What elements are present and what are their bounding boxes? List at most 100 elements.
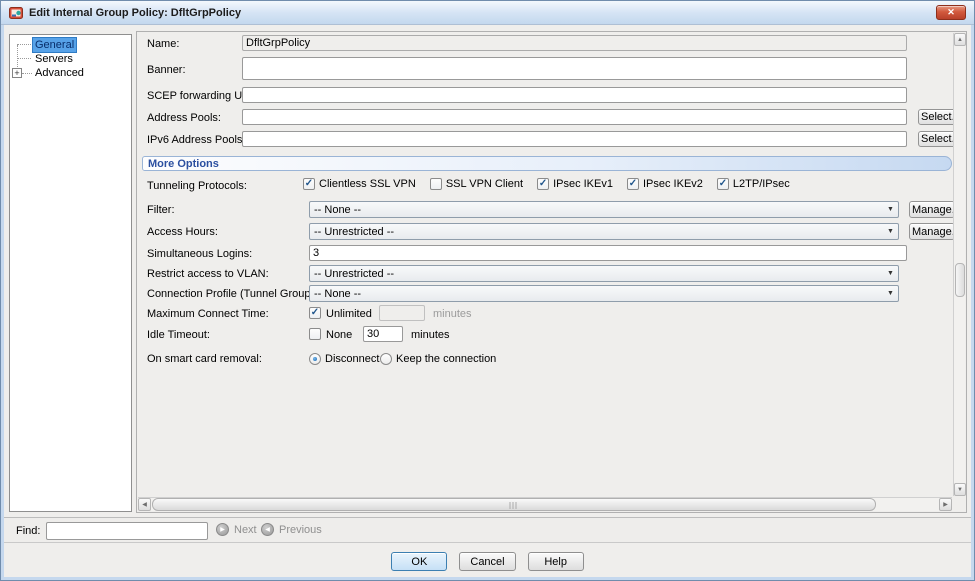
find-previous-label: Previous bbox=[279, 524, 322, 536]
find-next-label: Next bbox=[234, 524, 257, 536]
scroll-down-icon[interactable]: ▼ bbox=[954, 483, 966, 496]
idle-timeout-label: Idle Timeout: bbox=[147, 329, 210, 341]
tree-item-label[interactable]: Servers bbox=[33, 52, 75, 66]
ipv6-pools-select-button[interactable]: Select... bbox=[918, 131, 956, 147]
chevron-down-icon[interactable]: ▼ bbox=[883, 228, 898, 235]
restrict-vlan-label: Restrict access to VLAN: bbox=[147, 268, 269, 280]
more-options-title: More Options bbox=[148, 158, 219, 170]
protocol-l2tp-ipsec[interactable]: ✓ L2TP/IPsec bbox=[717, 178, 790, 190]
edit-group-policy-dialog: Edit Internal Group Policy: DfltGrpPolic… bbox=[0, 0, 975, 581]
check-icon: ✓ bbox=[719, 178, 727, 189]
banner-label: Banner: bbox=[147, 64, 186, 76]
find-input[interactable] bbox=[46, 522, 208, 540]
address-pools-select-button[interactable]: Select... bbox=[918, 109, 956, 125]
checkbox-label: Clientless SSL VPN bbox=[319, 178, 416, 190]
protocol-ipsec-ikev1[interactable]: ✓ IPsec IKEv1 bbox=[537, 178, 613, 190]
max-connect-minutes-unit: minutes bbox=[433, 308, 472, 320]
ipv6-pools-label: IPv6 Address Pools: bbox=[147, 134, 245, 146]
ipv6-pools-input[interactable] bbox=[242, 131, 907, 147]
banner-input[interactable] bbox=[242, 57, 907, 80]
max-connect-minutes-input bbox=[379, 305, 425, 321]
idle-timeout-minutes-input[interactable] bbox=[363, 326, 403, 342]
idle-timeout-minutes-unit: minutes bbox=[411, 329, 450, 341]
checkbox-label: SSL VPN Client bbox=[446, 178, 523, 190]
vertical-scrollbar-thumb[interactable] bbox=[955, 263, 965, 297]
filter-manage-button[interactable]: Manage... bbox=[909, 201, 955, 218]
checkbox[interactable]: ✓ bbox=[537, 178, 549, 190]
checkbox-label: IPsec IKEv2 bbox=[643, 178, 703, 190]
access-hours-manage-button[interactable]: Manage... bbox=[909, 223, 955, 240]
expander-plus-icon[interactable]: + bbox=[12, 68, 22, 78]
tree-connector-line bbox=[22, 73, 32, 74]
unlimited-checkbox-label[interactable]: Unlimited bbox=[326, 308, 372, 320]
name-label: Name: bbox=[147, 38, 179, 50]
checkbox[interactable]: ✓ bbox=[627, 178, 639, 190]
protocol-clientless-ssl-vpn[interactable]: ✓ Clientless SSL VPN bbox=[303, 178, 416, 190]
scroll-up-icon[interactable]: ▲ bbox=[954, 33, 966, 46]
tree-item-servers[interactable]: Servers bbox=[10, 52, 131, 66]
chevron-down-icon[interactable]: ▼ bbox=[883, 206, 898, 213]
checkbox[interactable]: ✓ bbox=[303, 178, 315, 190]
access-hours-dropdown[interactable]: -- Unrestricted -- ▼ bbox=[309, 223, 899, 240]
previous-icon: ◀ bbox=[261, 523, 274, 536]
tree-item-label[interactable]: Advanced bbox=[33, 66, 86, 80]
check-icon: ✓ bbox=[311, 307, 319, 318]
next-icon: ▶ bbox=[216, 523, 229, 536]
keep-connection-radio[interactable] bbox=[380, 353, 392, 365]
filter-value: -- None -- bbox=[310, 204, 883, 216]
find-next-button[interactable]: ▶ Next bbox=[216, 523, 257, 536]
address-pools-input[interactable] bbox=[242, 109, 907, 125]
unlimited-checkbox[interactable]: ✓ bbox=[309, 307, 321, 319]
check-icon: ✓ bbox=[629, 178, 637, 189]
horizontal-scrollbar[interactable]: ◀ ▶ bbox=[138, 497, 952, 511]
tree-item-label[interactable]: General bbox=[33, 38, 76, 52]
tree-item-general[interactable]: General bbox=[10, 38, 131, 52]
protocol-ipsec-ikev2[interactable]: ✓ IPsec IKEv2 bbox=[627, 178, 703, 190]
scroll-right-icon[interactable]: ▶ bbox=[939, 498, 952, 511]
more-options-header[interactable]: More Options bbox=[142, 156, 952, 171]
disconnect-radio[interactable] bbox=[309, 353, 321, 365]
chevron-down-icon[interactable]: ▼ bbox=[883, 290, 898, 297]
general-settings-panel: Name: Banner: SCEP forwarding URL: Addre… bbox=[136, 31, 967, 513]
help-button[interactable]: Help bbox=[528, 552, 584, 571]
idle-none-checkbox-label[interactable]: None bbox=[326, 329, 352, 341]
protocol-ssl-vpn-client[interactable]: ✓ SSL VPN Client bbox=[430, 178, 523, 190]
tunnel-group-lock-dropdown[interactable]: -- None -- ▼ bbox=[309, 285, 899, 302]
close-button[interactable]: ✕ bbox=[936, 5, 966, 20]
access-hours-value: -- Unrestricted -- bbox=[310, 226, 883, 238]
window-title: Edit Internal Group Policy: DfltGrpPolic… bbox=[29, 7, 241, 19]
app-icon bbox=[9, 6, 23, 20]
ok-button[interactable]: OK bbox=[391, 552, 447, 571]
disconnect-radio-label[interactable]: Disconnect bbox=[325, 353, 379, 365]
policy-nav-tree: General Servers Advanced + bbox=[9, 34, 132, 512]
checkbox-label: L2TP/IPsec bbox=[733, 178, 790, 190]
smart-card-removal-label: On smart card removal: bbox=[147, 353, 262, 365]
scroll-left-icon[interactable]: ◀ bbox=[138, 498, 151, 511]
name-input[interactable] bbox=[242, 35, 907, 51]
find-previous-button[interactable]: ◀ Previous bbox=[261, 523, 322, 536]
restrict-vlan-value: -- Unrestricted -- bbox=[310, 268, 883, 280]
titlebar[interactable]: Edit Internal Group Policy: DfltGrpPolic… bbox=[1, 1, 974, 25]
address-pools-label: Address Pools: bbox=[147, 112, 221, 124]
restrict-vlan-dropdown[interactable]: -- Unrestricted -- ▼ bbox=[309, 265, 899, 282]
tunnel-group-lock-value: -- None -- bbox=[310, 288, 883, 300]
scrollbar-grip-icon bbox=[510, 502, 519, 509]
checkbox[interactable]: ✓ bbox=[430, 178, 442, 190]
idle-none-checkbox[interactable]: ✓ bbox=[309, 328, 321, 340]
checkbox-label: IPsec IKEv1 bbox=[553, 178, 613, 190]
check-icon: ✓ bbox=[305, 178, 313, 189]
scep-url-input[interactable] bbox=[242, 87, 907, 103]
close-icon: ✕ bbox=[947, 7, 955, 17]
cancel-button[interactable]: Cancel bbox=[459, 552, 515, 571]
checkbox[interactable]: ✓ bbox=[717, 178, 729, 190]
check-icon: ✓ bbox=[539, 178, 547, 189]
keep-connection-radio-label[interactable]: Keep the connection bbox=[396, 353, 496, 365]
filter-dropdown[interactable]: -- None -- ▼ bbox=[309, 201, 899, 218]
simultaneous-logins-label: Simultaneous Logins: bbox=[147, 248, 252, 260]
horizontal-scrollbar-thumb[interactable] bbox=[152, 498, 876, 511]
tunneling-protocols-group: ✓ Clientless SSL VPN ✓ SSL VPN Client ✓ … bbox=[303, 178, 790, 190]
simultaneous-logins-input[interactable] bbox=[309, 245, 907, 261]
chevron-down-icon[interactable]: ▼ bbox=[883, 270, 898, 277]
access-hours-label: Access Hours: bbox=[147, 226, 218, 238]
vertical-scrollbar[interactable]: ▲ ▼ bbox=[953, 33, 965, 496]
